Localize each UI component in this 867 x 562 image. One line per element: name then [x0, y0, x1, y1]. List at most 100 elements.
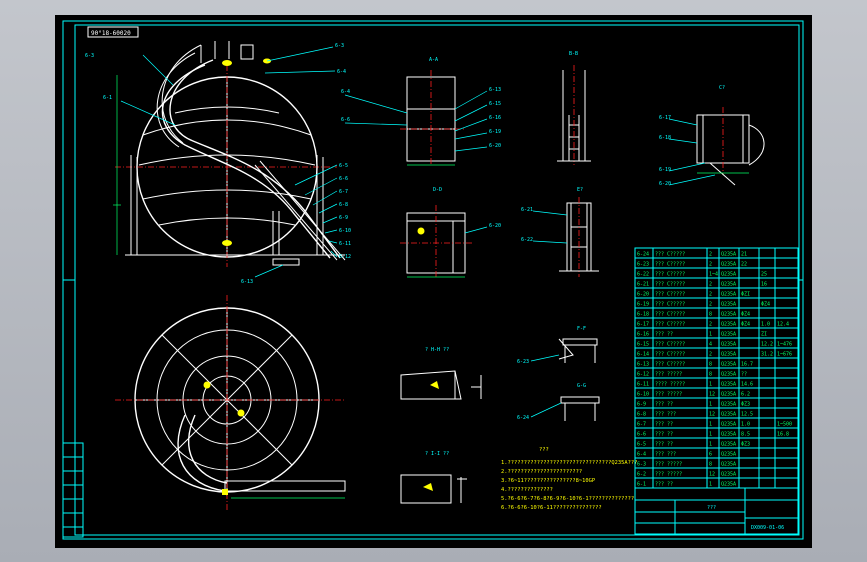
callout-aa-left-2: 6-6	[341, 117, 350, 123]
table-cell: 6-21	[637, 282, 649, 288]
callout-c-3: 6-19	[659, 167, 671, 173]
table-cell: Q235A	[721, 412, 736, 418]
callout-main-right-6: 6-8	[339, 202, 348, 208]
table-cell: 1.0	[741, 422, 750, 428]
note-line-2: 2.???????????????????????	[501, 469, 582, 475]
table-cell: 6-10	[637, 392, 649, 398]
table-cell: 6-7	[637, 422, 646, 428]
table-cell: Q235A	[721, 422, 736, 428]
plan-view	[115, 295, 346, 510]
table-cell: 6-24	[637, 252, 649, 258]
table-cell: ??? ??	[655, 402, 673, 408]
table-cell: Q235A	[721, 482, 736, 488]
table-cell: 1~476	[777, 342, 792, 348]
table-cell: 21	[741, 252, 747, 258]
table-cell: ??? C?????	[655, 312, 685, 318]
table-cell: 12.4	[777, 322, 789, 328]
table-cell: 2	[709, 282, 712, 288]
table-row: 6-12 ??? ????? 8 Q235A??	[637, 372, 747, 378]
plan-marker-3	[222, 489, 228, 495]
callout-main-right-4: 6-6	[339, 176, 348, 182]
table-cell: ??? ???	[655, 412, 676, 418]
table-cell: ??	[741, 372, 747, 378]
table-cell: 6-13	[637, 362, 649, 368]
table-cell: ??? C?????	[655, 292, 685, 298]
cad-viewport[interactable]: .fr{fill:none;stroke:#00ffff;stroke-widt…	[0, 0, 867, 562]
table-cell: 6-4	[637, 452, 646, 458]
table-cell: 16.8	[777, 432, 789, 438]
table-cell: 6-5	[637, 442, 646, 448]
view-e: E? 6-21 6-22	[521, 187, 599, 277]
table-cell: ??? C?????	[655, 352, 685, 358]
table-cell: ???? ?????	[655, 382, 685, 388]
callout-e-2: 6-22	[521, 237, 533, 243]
callout-base: 6-13	[241, 279, 253, 285]
table-cell: Q235A	[721, 402, 736, 408]
table-cell: 8	[709, 462, 712, 468]
table-cell: 6-2	[637, 472, 646, 478]
table-cell: Q235A	[721, 452, 736, 458]
spec-box-text: 90°18-60020	[91, 30, 131, 37]
section-dd-view: D-D 6-20	[400, 187, 501, 278]
table-cell: ZI	[761, 332, 767, 338]
table-cell: ??? ?????	[655, 392, 682, 398]
table-row: 6-10 ??? ????? 12 Q235A 6.2	[637, 392, 750, 398]
table-row: 6-15 ??? C????? 4 Q235A 12.2 1~476	[637, 342, 792, 348]
table-cell: ??? ?????	[655, 472, 682, 478]
callout-aa-right-1: 6-13	[489, 87, 501, 93]
table-cell: Q235A	[721, 322, 736, 328]
drawing-sheet: .fr{fill:none;stroke:#00ffff;stroke-widt…	[55, 15, 812, 548]
table-cell: 6-16	[637, 332, 649, 338]
table-cell: 8	[709, 372, 712, 378]
label-c: C?	[719, 85, 725, 91]
section-hh-view: ? H-H ??	[400, 347, 482, 400]
table-cell: Q235A	[721, 352, 736, 358]
table-row: 6-9 ??? ?? 1 Q235A ΦZ3	[637, 402, 750, 408]
table-cell: 6-17	[637, 322, 649, 328]
section-bb-view: B-B	[557, 51, 591, 165]
table-cell: 6-3	[637, 462, 646, 468]
view-c: C? 6-17 6-18 6-19 6-20	[659, 85, 765, 187]
table-row: 6-6 ??? ?? 1 Q235A 8.5 16.8	[637, 432, 789, 438]
main-elevation-view: 6-3 6-1 6-3 6-4 6-5 6-6 6-7 6-8 6-9 6-10…	[85, 41, 351, 285]
table-cell: ??? C?????	[655, 262, 685, 268]
label-hh: ? H-H ??	[425, 347, 449, 353]
note-line-1: 1.????????????????????????????????Q235A?…	[501, 460, 637, 466]
bottom-nozzle-marker	[222, 240, 232, 246]
note-line-4: 4.??????????????	[501, 487, 553, 493]
spec-box: 90°18-60020	[87, 26, 139, 38]
table-cell: 6-12	[637, 372, 649, 378]
table-cell: Q235A	[721, 342, 736, 348]
table-cell: 1	[709, 482, 712, 488]
table-cell: 12	[709, 392, 715, 398]
table-cell: 2	[709, 252, 712, 258]
table-cell: 22	[741, 262, 747, 268]
table-row: 6-22 ??? C????? 1~4 Q235A 25	[637, 272, 767, 278]
table-cell: 8	[709, 312, 712, 318]
table-cell: 2	[709, 292, 712, 298]
table-row: 6-19 ??? C????? 2 Q235A ΦZ4	[637, 302, 770, 308]
drawing-frame	[62, 20, 804, 540]
table-cell: 8.5	[741, 432, 750, 438]
plan-marker-1	[203, 381, 211, 389]
callout-main-right-3: 6-5	[339, 163, 348, 169]
callout-aa-right-2: 6-15	[489, 101, 501, 107]
table-row: 6-11 ???? ????? 1 Q235A 14.6	[637, 382, 753, 388]
table-cell: 1	[709, 332, 712, 338]
table-cell: 12	[709, 472, 715, 478]
label-aa: A-A	[429, 57, 438, 63]
callout-gg: 6-24	[517, 415, 529, 421]
table-cell: 4	[709, 342, 712, 348]
table-cell: ??? ???	[655, 452, 676, 458]
table-cell: 2	[709, 302, 712, 308]
label-e: E?	[577, 187, 583, 193]
table-cell: 8	[709, 362, 712, 368]
table-row: 6-17 ??? C????? 2 Q235A ΦZ4 1.0 12.4	[637, 322, 789, 328]
table-cell: 6-14	[637, 352, 649, 358]
table-cell: ΦZ4	[741, 322, 750, 328]
table-cell: 1	[709, 442, 712, 448]
callout-aa-right-5: 6-20	[489, 143, 501, 149]
table-row: 6-18 ??? C????? 8 Q235A ΦZ4	[637, 312, 750, 318]
table-cell: ΦZ3	[741, 442, 750, 448]
callout-c-2: 6-18	[659, 135, 671, 141]
